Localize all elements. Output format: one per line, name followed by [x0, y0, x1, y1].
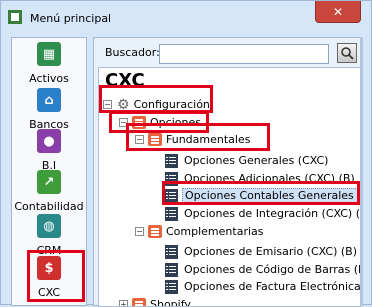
- leaf-label: Opciones Contables Generales (CX: [182, 188, 360, 203]
- node-label: Shopify: [150, 298, 191, 307]
- search-input[interactable]: [159, 44, 329, 64]
- contabilidad-icon: ↗: [37, 170, 61, 194]
- options-doc-icon: [165, 171, 178, 186]
- module-sidebar: ▦ Activos ⌂ Bancos ● B.I ↗ Contabilidad …: [11, 37, 87, 306]
- tree-header: CXC: [105, 70, 145, 91]
- collapse-toggle[interactable]: −: [135, 227, 144, 236]
- leaf-label: Opciones de Código de Barras (B): [184, 263, 361, 276]
- expand-toggle[interactable]: +: [119, 300, 128, 306]
- nav-item-cxc[interactable]: $ CXC: [12, 252, 86, 305]
- node-label: Configuración: [133, 98, 210, 111]
- tree-leaf[interactable]: Opciones de Integración (CXC) (B): [165, 205, 361, 222]
- options-doc-icon: [165, 153, 178, 168]
- tree-leaf[interactable]: Opciones Adicionales (CXC) (B): [165, 170, 355, 187]
- leaf-label: Opciones de Integración (CXC) (B): [184, 207, 361, 220]
- nav-label: CXC: [37, 286, 61, 299]
- leaf-label: Opciones Generales (CXC): [184, 154, 329, 167]
- collapse-toggle[interactable]: −: [103, 100, 112, 109]
- node-label: Fundamentales: [166, 133, 251, 146]
- search-icon: [341, 47, 354, 60]
- options-doc-icon: [165, 262, 178, 277]
- search-button[interactable]: [337, 43, 357, 63]
- options-tree: CXC − ⚙ Configuración − Opciones − Funda…: [98, 67, 361, 307]
- title-bar: Menú principal ✕: [1, 1, 372, 35]
- tree-leaf[interactable]: Opciones de Código de Barras (B): [165, 261, 361, 278]
- main-menu-window: Menú principal ✕ ▦ Activos ⌂ Bancos ● B.…: [0, 0, 372, 307]
- tree-node-fundamentales[interactable]: Fundamentales: [148, 131, 250, 148]
- list-icon: [132, 116, 146, 129]
- collapse-toggle[interactable]: −: [135, 135, 144, 144]
- options-doc-icon: [165, 188, 178, 203]
- search-label: Buscador:: [105, 46, 160, 59]
- leaf-label: Opciones de Emisario (CXC) (B): [184, 245, 357, 258]
- tree-node-shopify[interactable]: Shopify: [132, 296, 191, 307]
- gear-icon: ⚙: [117, 96, 130, 113]
- window-title: Menú principal: [30, 12, 112, 25]
- tree-leaf[interactable]: Opciones Generales (CXC): [165, 152, 328, 169]
- tree-leaf[interactable]: Opciones de Factura Electrónica (CX: [165, 278, 361, 295]
- leaf-label: Opciones de Factura Electrónica (CX: [184, 280, 361, 293]
- list-icon: [148, 225, 162, 238]
- node-label: Opciones: [150, 116, 201, 129]
- app-icon: [8, 10, 22, 27]
- close-button[interactable]: ✕: [315, 1, 361, 23]
- bank-icon: ⌂: [37, 88, 61, 112]
- vertical-scrollbar[interactable]: [360, 37, 363, 306]
- cxc-icon: $: [37, 256, 61, 280]
- collapse-toggle[interactable]: −: [119, 118, 128, 127]
- list-icon: [148, 133, 162, 146]
- activos-icon: ▦: [37, 42, 61, 66]
- node-label: Complementarias: [166, 225, 264, 238]
- list-icon: [132, 298, 146, 306]
- options-doc-icon: [165, 279, 178, 294]
- tree-node-opciones[interactable]: Opciones: [132, 114, 201, 131]
- content-panel: Buscador: CXC − ⚙ Configuración − Opcion…: [93, 37, 363, 307]
- tree-node-configuracion[interactable]: ⚙ Configuración: [117, 96, 210, 113]
- bi-icon: ●: [37, 129, 61, 153]
- tree-leaf[interactable]: Opciones de Emisario (CXC) (B): [165, 243, 357, 260]
- tree-node-complementarias[interactable]: Complementarias: [148, 223, 264, 240]
- crm-icon: ◍: [37, 214, 61, 238]
- options-doc-icon: [165, 206, 178, 221]
- options-doc-icon: [165, 244, 178, 259]
- leaf-label: Opciones Adicionales (CXC) (B): [184, 172, 355, 185]
- tree-leaf-selected[interactable]: Opciones Contables Generales (CX: [165, 187, 360, 204]
